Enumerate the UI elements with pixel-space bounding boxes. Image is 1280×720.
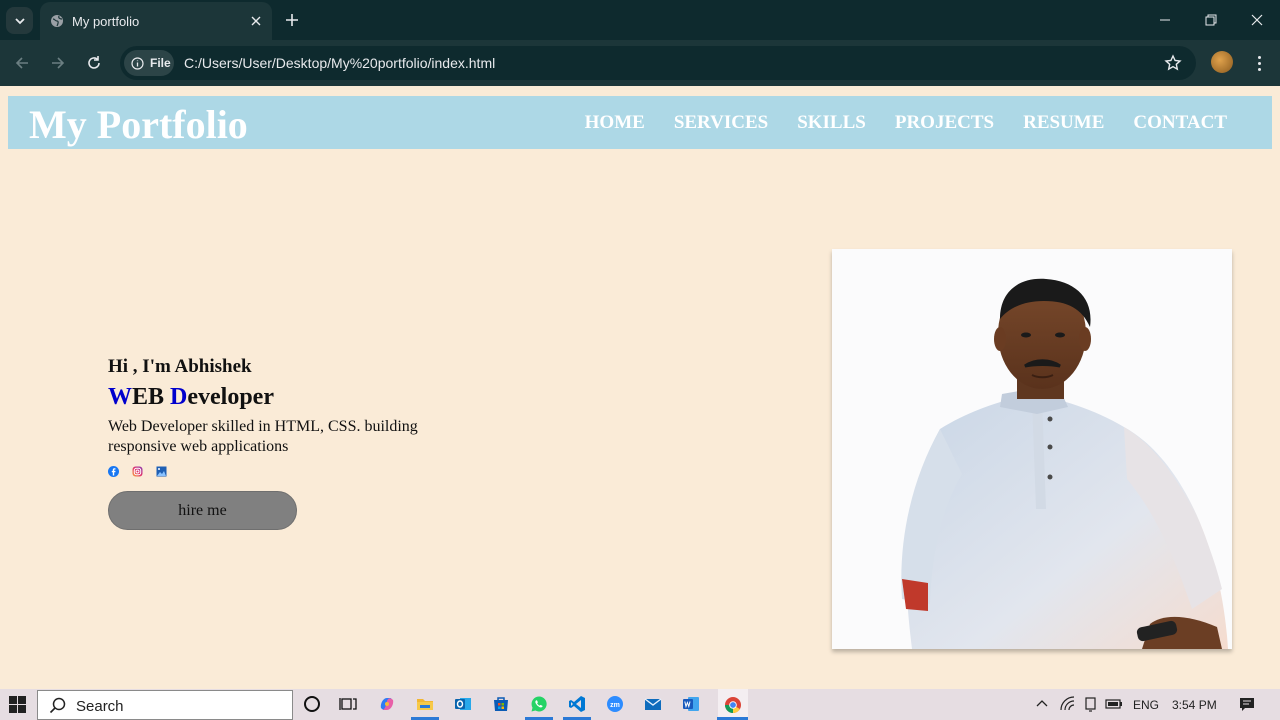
site-logo: My Portfolio xyxy=(29,102,248,147)
browser-menu-button[interactable] xyxy=(1250,51,1268,75)
hire-me-button[interactable]: hire me xyxy=(108,491,297,530)
site-header: My Portfolio HOME SERVICES SKILLS PROJEC… xyxy=(8,96,1272,149)
address-bar[interactable]: File C:/Users/User/Desktop/My%20portfoli… xyxy=(120,46,1196,80)
site-info-chip[interactable]: File xyxy=(124,50,174,76)
mail-button[interactable] xyxy=(642,693,664,715)
restore-button[interactable] xyxy=(1188,0,1234,40)
photo-icon[interactable] xyxy=(156,466,167,477)
arrow-right-icon xyxy=(52,57,65,69)
profile-photo xyxy=(832,249,1232,649)
search-icon xyxy=(49,697,66,714)
network-button[interactable] xyxy=(1057,693,1079,715)
role-accent-d: D xyxy=(170,384,188,410)
globe-icon xyxy=(51,15,63,27)
word-icon xyxy=(683,697,699,711)
nav-contact[interactable]: CONTACT xyxy=(1133,112,1227,134)
cortana-button[interactable] xyxy=(301,693,323,715)
vscode-button[interactable] xyxy=(566,693,588,715)
clock[interactable]: 3:54 PM xyxy=(1172,698,1217,712)
hero-description: Web Developer skilled in HTML, CSS. buil… xyxy=(108,418,418,455)
svg-text:zm: zm xyxy=(610,702,620,709)
task-view-icon xyxy=(339,698,357,710)
chevron-down-icon xyxy=(14,17,25,24)
forward-button[interactable] xyxy=(46,51,70,75)
word-button[interactable] xyxy=(680,693,702,715)
outlook-button[interactable] xyxy=(452,693,474,715)
hero-greeting: Hi , I'm Abhishek xyxy=(108,356,252,377)
nav-resume[interactable]: RESUME xyxy=(1023,112,1104,134)
folder-icon xyxy=(417,699,433,710)
cortana-icon xyxy=(304,696,320,712)
arrow-left-icon xyxy=(15,57,28,69)
profile-avatar[interactable] xyxy=(1211,51,1233,73)
microsoft-store-button[interactable] xyxy=(490,693,512,715)
back-button[interactable] xyxy=(10,51,34,75)
outlook-icon xyxy=(455,698,471,710)
close-window-button[interactable] xyxy=(1234,0,1280,40)
main-nav: HOME SERVICES SKILLS PROJECTS RESUME CON… xyxy=(585,112,1227,134)
windows-taskbar: Search zm ENG 3:54 PM xyxy=(0,689,1280,720)
browser-tab[interactable]: My portfolio xyxy=(40,2,272,40)
minimize-icon xyxy=(1160,19,1170,21)
whatsapp-icon xyxy=(531,696,547,712)
nav-services[interactable]: SERVICES xyxy=(674,112,768,134)
vscode-icon xyxy=(569,696,585,712)
zoom-button[interactable]: zm xyxy=(604,693,626,715)
notifications-button[interactable] xyxy=(1236,693,1258,715)
whatsapp-button[interactable] xyxy=(528,693,550,715)
nav-projects[interactable]: PROJECTS xyxy=(895,112,994,134)
task-view-button[interactable] xyxy=(337,693,359,715)
language-indicator[interactable]: ENG xyxy=(1133,698,1159,712)
taskbar-search-box[interactable]: Search xyxy=(37,690,293,720)
browser-toolbar: File C:/Users/User/Desktop/My%20portfoli… xyxy=(0,40,1280,86)
new-tab-button[interactable] xyxy=(282,10,302,30)
instagram-icon[interactable] xyxy=(132,466,143,477)
copilot-icon xyxy=(380,698,394,710)
nav-skills[interactable]: SKILLS xyxy=(797,112,866,134)
tab-title: My portfolio xyxy=(72,14,140,29)
file-explorer-button[interactable] xyxy=(414,693,436,715)
close-icon xyxy=(251,16,261,26)
tray-overflow-button[interactable] xyxy=(1031,693,1053,715)
store-icon xyxy=(494,697,508,711)
chrome-icon xyxy=(725,696,741,713)
chrome-button[interactable] xyxy=(718,689,748,720)
person-photo-illustration xyxy=(832,249,1232,649)
hero-section: Hi , I'm Abhishek WEB Developer Web Deve… xyxy=(108,356,468,530)
taskbar-search-placeholder: Search xyxy=(76,698,124,715)
battery-button[interactable] xyxy=(1103,693,1125,715)
role-part-eb: EB xyxy=(132,384,171,410)
role-part-rest: eveloper xyxy=(187,384,274,410)
site-chip-label: File xyxy=(150,56,171,70)
close-icon xyxy=(1251,14,1263,26)
nav-home[interactable]: HOME xyxy=(585,112,645,134)
social-links xyxy=(108,465,468,477)
reload-button[interactable] xyxy=(82,51,106,75)
tab-close-button[interactable] xyxy=(246,11,266,31)
mail-icon xyxy=(644,698,662,710)
notification-icon xyxy=(1240,698,1254,711)
url-text[interactable]: C:/Users/User/Desktop/My%20portfolio/ind… xyxy=(184,55,495,71)
portfolio-page: My Portfolio HOME SERVICES SKILLS PROJEC… xyxy=(0,86,1280,689)
role-accent-w: W xyxy=(108,384,132,410)
battery-icon xyxy=(1105,699,1122,709)
minimize-button[interactable] xyxy=(1142,0,1188,40)
chevron-up-icon xyxy=(1036,700,1048,707)
zoom-icon: zm xyxy=(607,696,623,712)
restore-icon xyxy=(1205,14,1217,26)
wifi-icon xyxy=(1060,696,1075,711)
tab-search-button[interactable] xyxy=(6,7,33,34)
browser-tab-bar: My portfolio xyxy=(0,0,1280,40)
hero-role: WEB Developer xyxy=(108,384,468,411)
device-button[interactable] xyxy=(1080,693,1102,715)
reload-icon xyxy=(88,56,100,69)
facebook-icon[interactable] xyxy=(108,465,119,477)
bookmark-star-icon[interactable] xyxy=(1164,54,1182,72)
info-icon xyxy=(131,56,144,70)
windows-start-button[interactable] xyxy=(9,696,26,713)
device-icon xyxy=(1085,697,1096,712)
plus-icon xyxy=(286,14,298,26)
copilot-button[interactable] xyxy=(376,693,398,715)
